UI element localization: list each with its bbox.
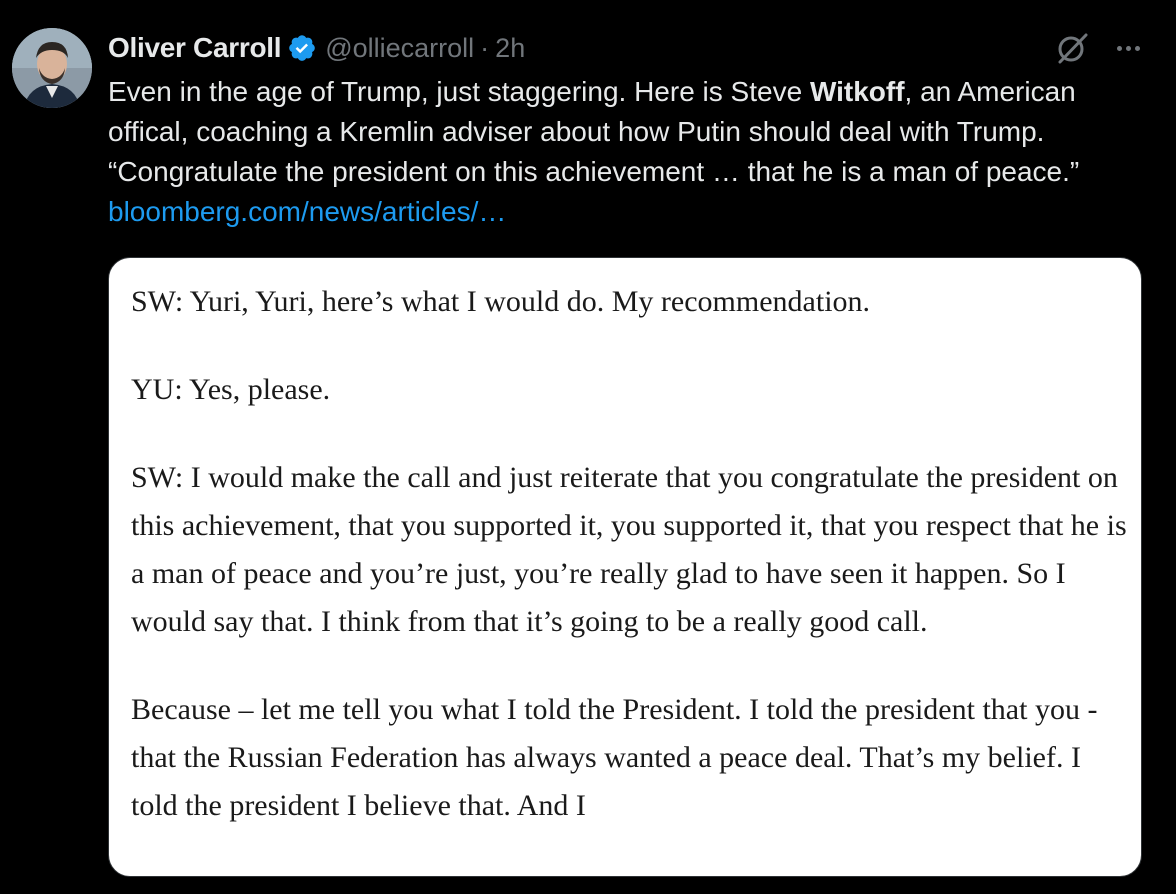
author-name[interactable]: Oliver Carroll bbox=[108, 32, 282, 64]
tweet-text-part: Even in the age of Trump, just staggerin… bbox=[108, 76, 810, 107]
tweet-image[interactable]: SW: Yuri, Yuri, here’s what I would do. … bbox=[108, 257, 1142, 877]
transcript-paragraph: Because – let me tell you what I told th… bbox=[131, 693, 1098, 822]
tweet-header: Oliver Carroll @olliecarroll · 2h bbox=[108, 26, 525, 70]
author-handle[interactable]: @olliecarroll bbox=[325, 33, 474, 64]
transcript-paragraph: SW: Yuri, Yuri, here’s what I would do. … bbox=[131, 285, 871, 318]
tweet[interactable]: Oliver Carroll @olliecarroll · 2h Even i… bbox=[0, 0, 1176, 894]
separator-dot: · bbox=[480, 32, 490, 63]
tweet-text-bold: Witkoff bbox=[809, 76, 905, 107]
tweet-text: Even in the age of Trump, just staggerin… bbox=[108, 72, 1158, 232]
transcript-text: SW: Yuri, Yuri, here’s what I would do. … bbox=[131, 278, 1131, 870]
verified-badge-icon[interactable] bbox=[287, 33, 317, 63]
transcript-paragraph: SW: I would make the call and just reite… bbox=[131, 461, 1127, 638]
grok-slash-circle-icon[interactable] bbox=[1054, 30, 1090, 66]
timestamp[interactable]: 2h bbox=[495, 33, 525, 64]
avatar[interactable] bbox=[12, 28, 92, 108]
article-link[interactable]: bloomberg.com/news/articles/… bbox=[108, 196, 506, 227]
transcript-paragraph: YU: Yes, please. bbox=[131, 373, 331, 406]
more-horizontal-icon[interactable] bbox=[1110, 30, 1146, 66]
